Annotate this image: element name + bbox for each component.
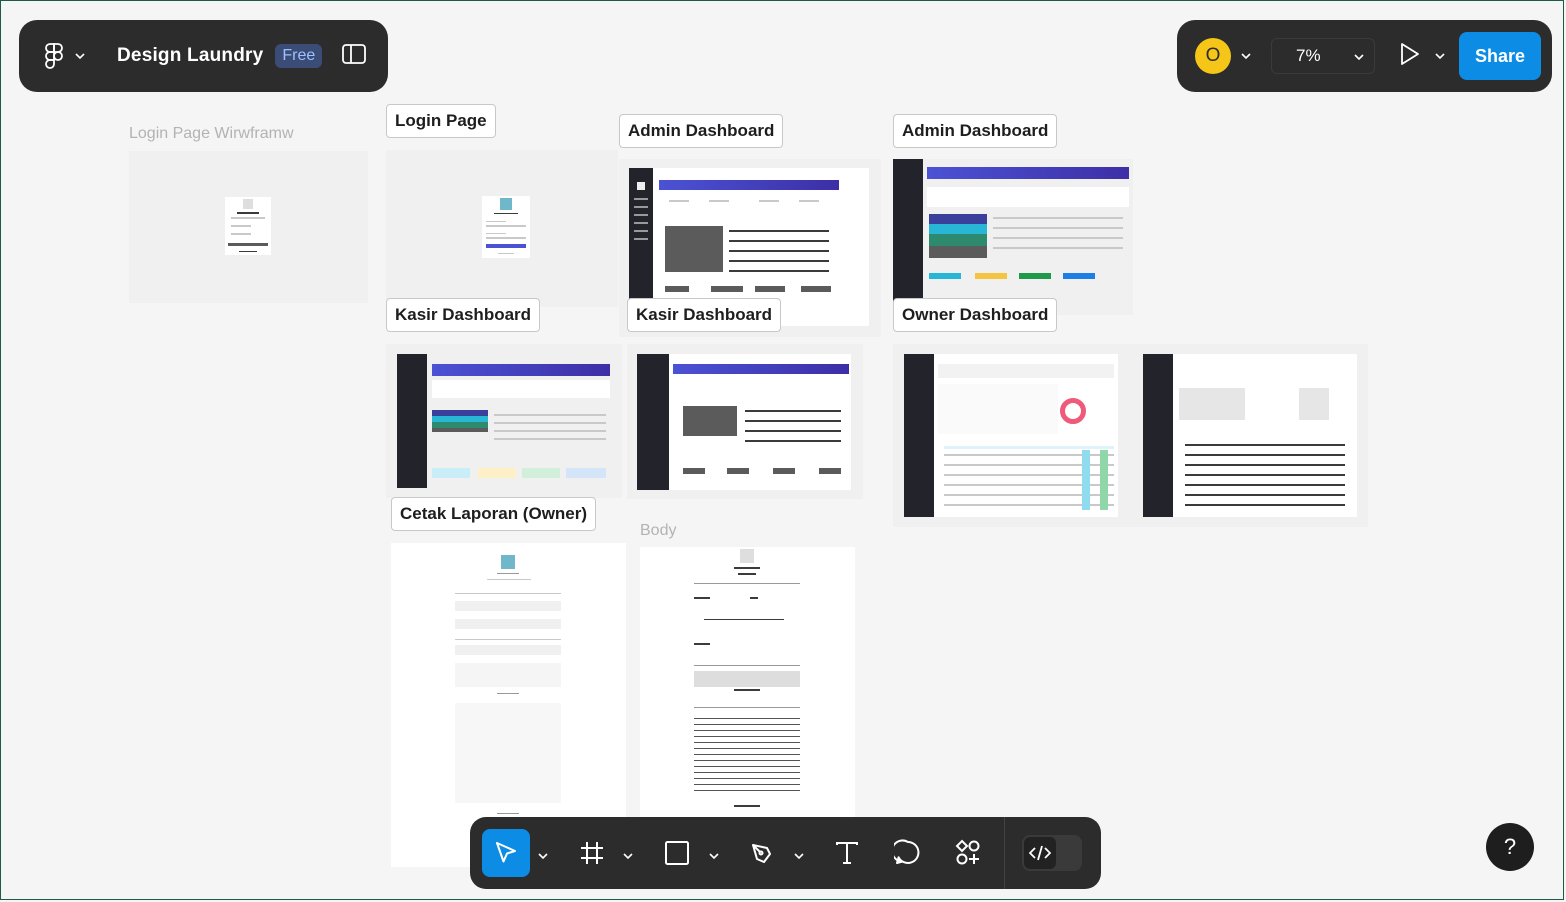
move-tool[interactable] — [482, 829, 530, 877]
toggle-sidebar-icon[interactable] — [342, 43, 367, 69]
frame-label-login-page[interactable]: Login Page — [386, 104, 496, 138]
comment-tool[interactable] — [884, 829, 932, 877]
rectangle-tool[interactable] — [653, 829, 701, 877]
frame-admin-dashboard-2[interactable] — [893, 159, 1133, 315]
zoom-value: 7% — [1296, 46, 1321, 65]
text-tool[interactable] — [823, 829, 871, 877]
frame-label-kasir-dashboard-2[interactable]: Kasir Dashboard — [627, 298, 782, 332]
frame-kasir-dashboard-2[interactable] — [627, 344, 863, 499]
file-toolbar: Design Laundry Free — [19, 20, 388, 92]
frame-kasir-dashboard-1[interactable] — [386, 344, 622, 498]
dev-mode-toggle[interactable] — [1022, 835, 1082, 871]
zoom-dropdown[interactable]: 7% — [1271, 38, 1375, 74]
move-tool-chevron-icon[interactable] — [538, 847, 548, 865]
present-chevron-icon[interactable] — [1435, 47, 1445, 65]
frame-label-body[interactable]: Body — [640, 522, 676, 540]
main-menu-chevron-icon[interactable] — [75, 47, 85, 65]
frame-tool-chevron-icon[interactable] — [623, 847, 633, 865]
frame-label-admin-dashboard-2[interactable]: Admin Dashboard — [893, 114, 1058, 148]
present-play-icon[interactable] — [1399, 42, 1421, 71]
pen-tool-chevron-icon[interactable] — [794, 847, 804, 865]
file-title[interactable]: Design Laundry — [117, 45, 263, 67]
actions-tool[interactable] — [944, 829, 992, 877]
frame-label-login-wireframe[interactable]: Login Page Wirwframw — [129, 125, 294, 143]
pen-tool[interactable] — [739, 829, 787, 877]
frame-login-wireframe[interactable] — [129, 151, 368, 303]
plan-badge[interactable]: Free — [275, 44, 323, 68]
help-button[interactable]: ? — [1486, 823, 1534, 871]
figma-logo-icon[interactable] — [45, 42, 67, 70]
multiplayer-chevron-icon[interactable] — [1241, 47, 1251, 65]
frame-label-owner-dashboard[interactable]: Owner Dashboard — [893, 298, 1058, 332]
zoom-chevron-icon — [1354, 46, 1364, 66]
share-button[interactable]: Share — [1459, 32, 1541, 80]
frame-label-kasir-dashboard-1[interactable]: Kasir Dashboard — [386, 298, 541, 332]
tools-toolbar — [470, 817, 1101, 889]
toolbar-divider — [1004, 817, 1005, 889]
frame-owner-dashboard[interactable] — [893, 344, 1368, 527]
code-icon — [1024, 837, 1056, 869]
collab-toolbar: O 7% Share — [1177, 20, 1552, 92]
rectangle-tool-chevron-icon[interactable] — [709, 847, 719, 865]
user-avatar[interactable]: O — [1195, 38, 1231, 74]
frame-tool[interactable] — [568, 829, 616, 877]
frame-login-page[interactable] — [386, 150, 618, 307]
frame-label-cetak-laporan[interactable]: Cetak Laporan (Owner) — [391, 497, 597, 531]
frame-label-admin-dashboard-1[interactable]: Admin Dashboard — [619, 114, 784, 148]
frame-body[interactable] — [640, 547, 855, 817]
